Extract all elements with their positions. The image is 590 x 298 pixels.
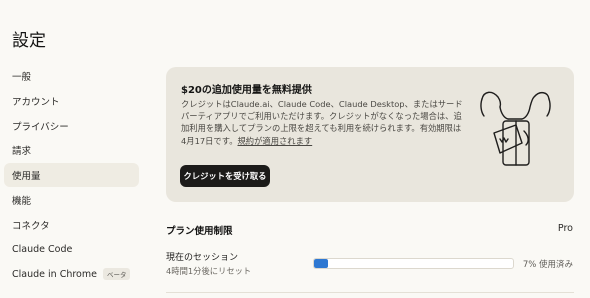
sidebar-item-label: 請求: [12, 146, 32, 158]
plan-usage-limits-title: プラン使用制限: [166, 226, 233, 237]
settings-sidebar: 一般 アカウント プライバシー 請求 使用量 機能 コネクタ Claude Co…: [4, 64, 139, 287]
session-usage-progress-fill: [314, 259, 328, 268]
claim-credit-button[interactable]: クレジットを受け取る: [180, 165, 270, 187]
promo-body: クレジットはClaude.ai、Claude Code、Claude Deskt…: [181, 98, 466, 147]
plan-name: Pro: [557, 223, 573, 234]
sidebar-item-label: 一般: [12, 72, 32, 83]
sidebar-item-billing[interactable]: 請求: [4, 138, 139, 162]
sidebar-item-claude-code[interactable]: Claude Code: [4, 238, 139, 262]
current-session-label: 現在のセッション: [166, 253, 239, 263]
sidebar-item-label: アカウント: [12, 96, 60, 108]
free-credit-promo-card: $20の追加使用量を無料提供 クレジットはClaude.ai、Claude Co…: [166, 67, 574, 202]
sidebar-item-usage[interactable]: 使用量: [4, 163, 139, 188]
sidebar-item-label: コネクタ: [12, 220, 50, 232]
sidebar-item-general[interactable]: 一般: [4, 64, 139, 88]
sidebar-item-claude-in-chrome[interactable]: Claude in Chrome ベータ: [4, 262, 139, 286]
session-reset-time: 4時間1分後にリセット: [166, 266, 252, 276]
beta-badge: ベータ: [102, 268, 131, 281]
sidebar-item-connectors[interactable]: コネクタ: [4, 213, 139, 237]
session-usage-percent: 7% 使用済み: [522, 260, 573, 270]
sidebar-item-features[interactable]: 機能: [4, 188, 139, 212]
gift-box-icon: [480, 91, 551, 166]
session-usage-progress-bar: [313, 258, 514, 269]
section-divider: [166, 292, 574, 293]
sidebar-item-label: 機能: [12, 195, 32, 207]
promo-title: $20の追加使用量を無料提供: [181, 85, 312, 96]
page-title: 設定: [12, 31, 46, 51]
sidebar-item-label: Claude Code: [12, 244, 73, 256]
promo-description: クレジットはClaude.ai、Claude Code、Claude Deskt…: [181, 99, 463, 146]
sidebar-item-label: 使用量: [12, 171, 41, 183]
sidebar-item-label: プライバシー: [12, 121, 69, 133]
sidebar-item-account[interactable]: アカウント: [4, 89, 139, 113]
sidebar-item-label: Claude in Chrome: [12, 268, 97, 280]
terms-link[interactable]: 規約が適用されます: [238, 136, 313, 146]
sidebar-item-privacy[interactable]: プライバシー: [4, 114, 139, 138]
